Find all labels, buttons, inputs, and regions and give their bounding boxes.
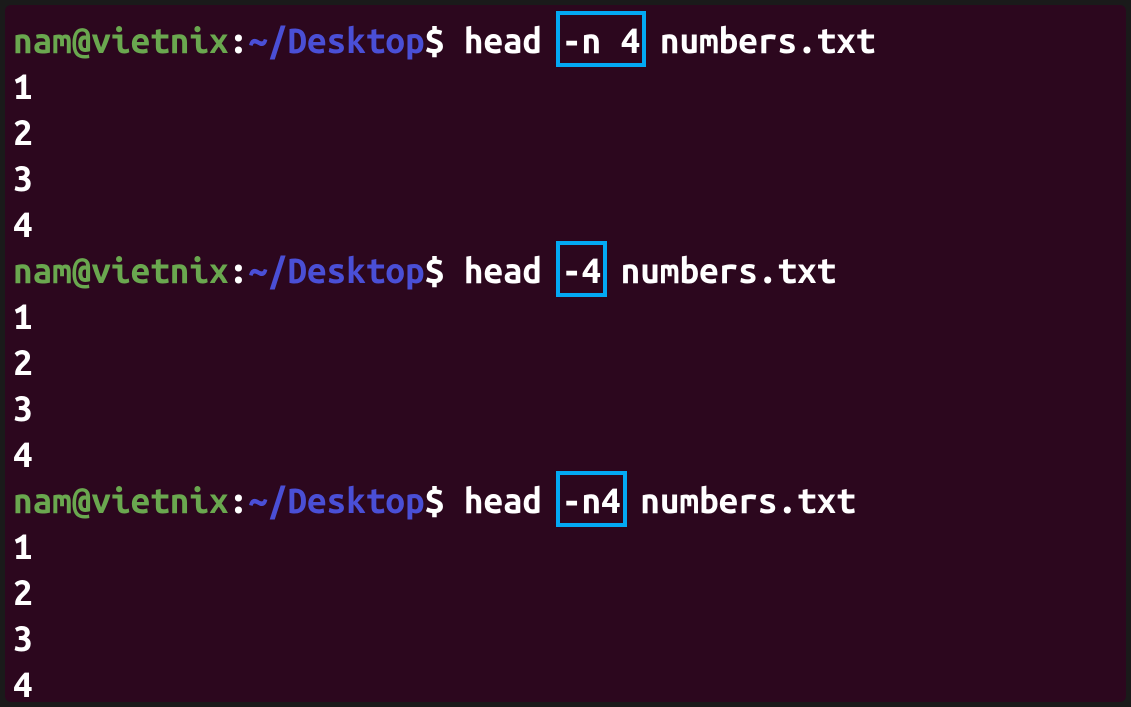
command-post: numbers.txt [621, 480, 856, 520]
prompt-line: nam@vietnix:~/Desktop$ head -4 numbers.t… [13, 247, 1118, 293]
highlighted-option: -4 [562, 247, 601, 293]
output-line: 3 [13, 155, 1118, 201]
prompt-path: ~/Desktop [248, 250, 424, 290]
prompt-colon: : [229, 480, 249, 520]
prompt-path: ~/Desktop [248, 20, 424, 60]
prompt-dollar: $ [425, 250, 445, 290]
output-line: 4 [13, 431, 1118, 477]
output-line: 2 [13, 109, 1118, 155]
output-line: 2 [13, 569, 1118, 615]
prompt-user: nam@vietnix [13, 480, 229, 520]
prompt-dollar: $ [425, 20, 445, 60]
output-line: 2 [13, 339, 1118, 385]
prompt-colon: : [229, 250, 249, 290]
option-text: -n 4 [562, 20, 640, 60]
highlighted-option: -n4 [562, 477, 621, 523]
output-line: 4 [13, 661, 1118, 702]
prompt-line: nam@vietnix:~/Desktop$ head -n4 numbers.… [13, 477, 1118, 523]
option-text: -n4 [562, 480, 621, 520]
command-pre-text: head [464, 250, 562, 290]
output-line: 3 [13, 385, 1118, 431]
command-pre [444, 250, 464, 290]
command-post: numbers.txt [640, 20, 875, 60]
command-pre [444, 480, 464, 520]
prompt-user: nam@vietnix [13, 250, 229, 290]
output-line: 3 [13, 615, 1118, 661]
prompt-colon: : [229, 20, 249, 60]
command-post: numbers.txt [601, 250, 836, 290]
highlighted-option: -n 4 [562, 17, 640, 63]
prompt-line: nam@vietnix:~/Desktop$ head -n 4 numbers… [13, 17, 1118, 63]
output-line: 1 [13, 523, 1118, 569]
prompt-user: nam@vietnix [13, 20, 229, 60]
command-pre-text: head [464, 480, 562, 520]
command-pre [444, 20, 464, 60]
prompt-path: ~/Desktop [248, 480, 424, 520]
prompt-dollar: $ [425, 480, 445, 520]
output-line: 4 [13, 201, 1118, 247]
output-line: 1 [13, 63, 1118, 109]
command-pre-text: head [464, 20, 562, 60]
option-text: -4 [562, 250, 601, 290]
terminal-window[interactable]: nam@vietnix:~/Desktop$ head -n 4 numbers… [5, 5, 1126, 702]
output-line: 1 [13, 293, 1118, 339]
